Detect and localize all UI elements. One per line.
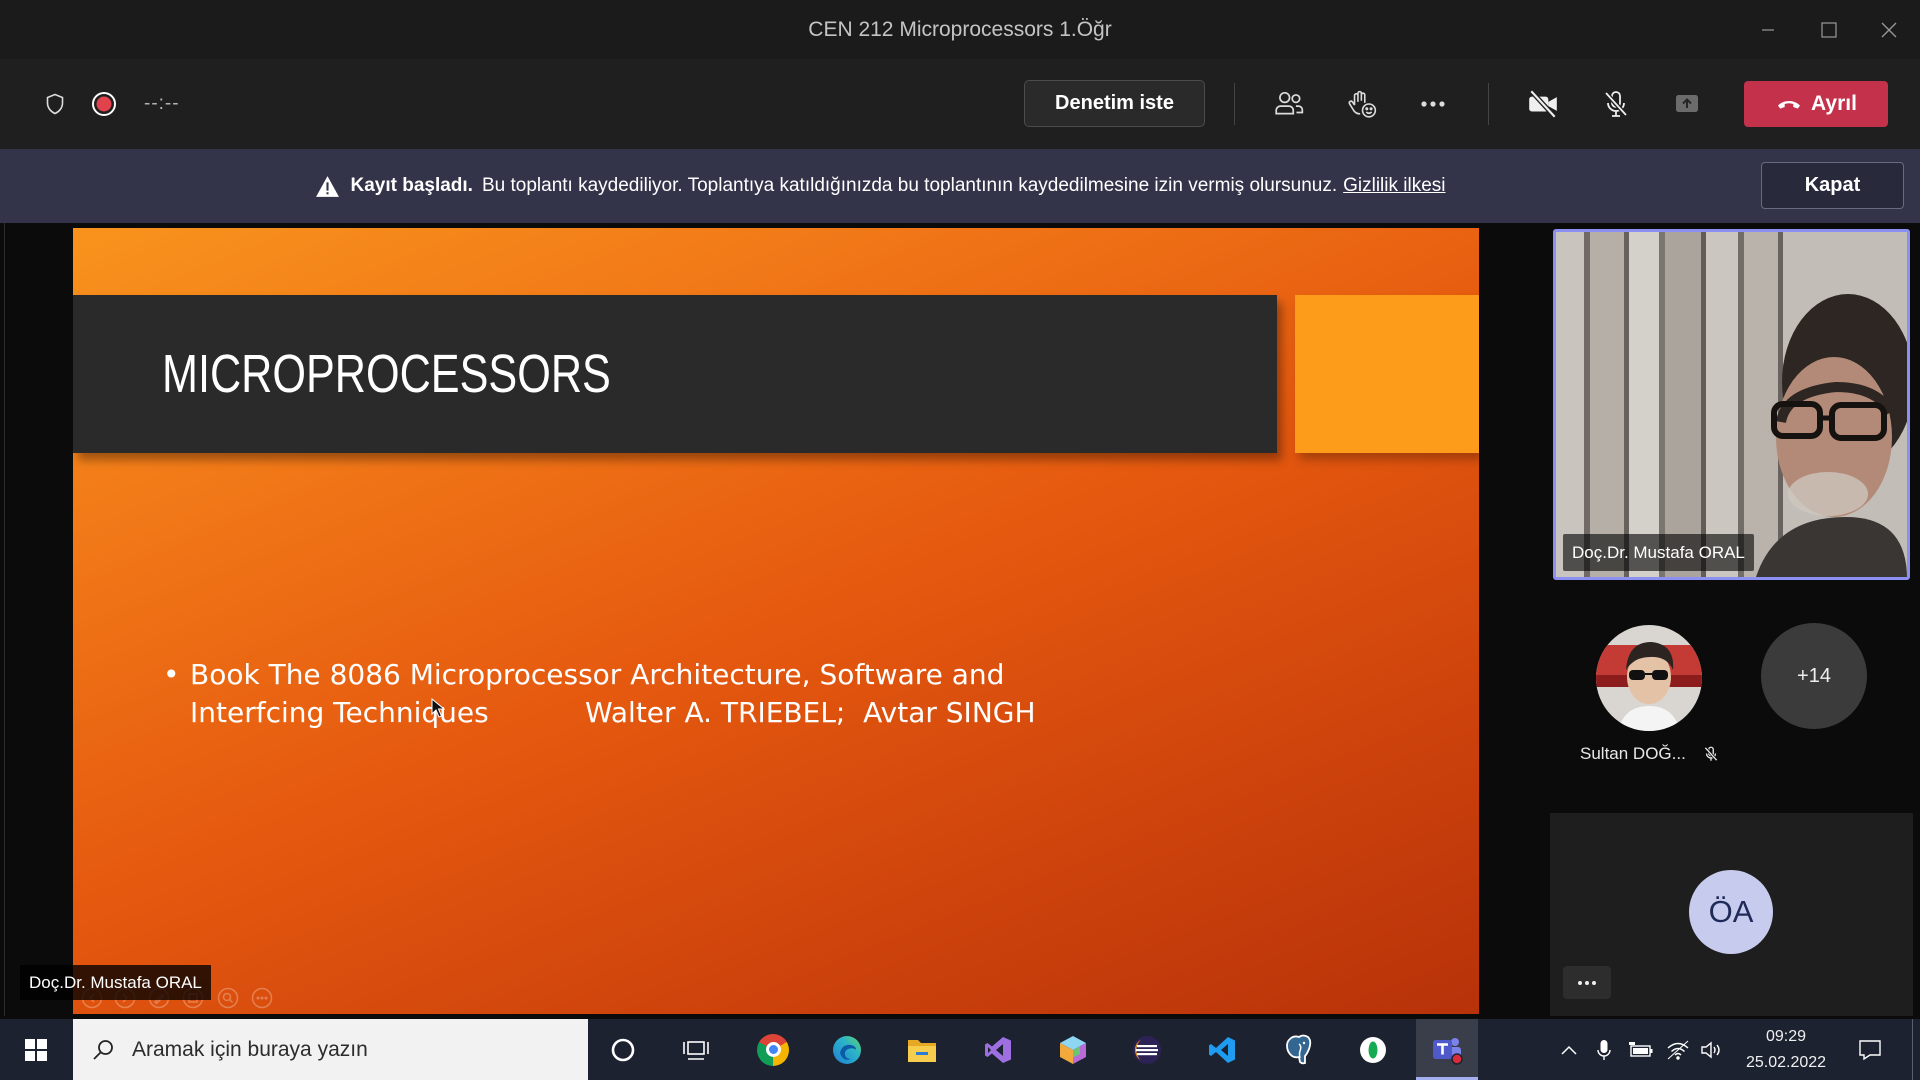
volume-icon[interactable]: [1695, 1019, 1729, 1080]
window-title: CEN 212 Microprocessors 1.Öğr: [808, 18, 1112, 41]
participants-icon[interactable]: [1267, 82, 1311, 126]
edge-icon[interactable]: [816, 1019, 878, 1080]
show-desktop-button[interactable]: [1912, 1019, 1920, 1080]
bullet-text-line2-authors: Walter A. TRIEBEL; Avtar SINGH: [585, 696, 1036, 729]
clock-date: 25.02.2022: [1745, 1053, 1827, 1071]
shield-icon[interactable]: [33, 82, 77, 126]
spotlight-video-tile[interactable]: Doç.Dr. Mustafa ORAL: [1553, 229, 1910, 580]
windows-start-icon[interactable]: [10, 1019, 62, 1080]
windows-taskbar: 09:29 25.02.2022: [0, 1019, 1920, 1080]
banner-title: Kayıt başladı.: [350, 175, 473, 196]
chevron-up-icon[interactable]: [1552, 1019, 1586, 1080]
battery-icon[interactable]: [1624, 1019, 1658, 1080]
clock-time: 09:29: [1765, 1027, 1807, 1045]
mouse-cursor: [431, 697, 446, 718]
share-icon[interactable]: [1665, 82, 1709, 126]
record-icon: [82, 82, 126, 126]
meeting-timer: --:--: [144, 93, 180, 114]
participant-video: [1556, 232, 1907, 577]
overflow-participants-button[interactable]: +14: [1761, 623, 1867, 729]
more-icon[interactable]: [1411, 82, 1455, 126]
toolbar-divider: [1488, 83, 1489, 125]
chrome-icon[interactable]: [742, 1019, 804, 1080]
close-icon[interactable]: [1866, 0, 1912, 59]
notification-icon[interactable]: [1846, 1019, 1894, 1080]
spotlight-name-label: Doç.Dr. Mustafa ORAL: [1563, 534, 1754, 571]
more-icon: [1577, 980, 1597, 986]
reactions-icon[interactable]: [1340, 82, 1384, 126]
leave-button[interactable]: Ayrıl: [1744, 81, 1888, 127]
visual-studio-icon[interactable]: [967, 1019, 1029, 1080]
warning-icon: [315, 175, 340, 198]
taskbar-search-box[interactable]: [73, 1019, 588, 1080]
participant-name: Sultan DOĞ...: [1580, 744, 1686, 763]
meeting-toolbar: --:-- Denetim iste Ayrıl: [0, 59, 1920, 149]
close-banner-button[interactable]: Kapat: [1761, 162, 1904, 209]
green-app-icon[interactable]: [1342, 1019, 1404, 1080]
cortana-icon[interactable]: [592, 1019, 654, 1080]
slide-title-bar: MICROPROCESSORS: [73, 295, 1277, 453]
request-control-button[interactable]: Denetim iste: [1024, 80, 1205, 127]
toolbar-divider: [1234, 83, 1235, 125]
postgresql-icon[interactable]: [1267, 1019, 1329, 1080]
banner-message: Bu toplantı kaydediliyor. Toplantıya kat…: [481, 175, 1338, 196]
leave-button-label: Ayrıl: [1811, 92, 1857, 115]
vscode-icon[interactable]: [1191, 1019, 1253, 1080]
stage-border: [4, 223, 5, 1016]
search-icon: [90, 1037, 116, 1063]
privacy-policy-link[interactable]: Gizlilik ilkesi: [1343, 175, 1445, 197]
maximize-icon[interactable]: [1806, 0, 1852, 59]
mic-off-icon[interactable]: [1594, 82, 1638, 126]
window-title-bar: CEN 212 Microprocessors 1.Öğr: [0, 0, 1920, 59]
initials-avatar[interactable]: ÖA: [1689, 870, 1773, 954]
bullet-dot: •: [163, 658, 180, 691]
slide-title: MICROPROCESSORS: [162, 344, 611, 404]
taskbar-clock[interactable]: 09:29 25.02.2022: [1736, 1019, 1836, 1080]
presenter-name-label: Doç.Dr. Mustafa ORAL: [20, 965, 211, 1000]
file-explorer-icon[interactable]: [891, 1019, 953, 1080]
more-icon[interactable]: [251, 987, 273, 1009]
slide-accent-block: [1295, 295, 1479, 453]
task-view-icon[interactable]: [665, 1019, 727, 1080]
teams-icon[interactable]: [1416, 1019, 1478, 1080]
eclipse-icon[interactable]: [1116, 1019, 1178, 1080]
mic-off-icon: [1700, 743, 1722, 765]
camera-off-icon[interactable]: [1521, 82, 1565, 126]
microphone-icon[interactable]: [1587, 1019, 1621, 1080]
cube-app-icon[interactable]: [1042, 1019, 1104, 1080]
avatar[interactable]: [1596, 625, 1702, 731]
phone-hangup-icon: [1775, 90, 1803, 118]
bullet-text-line1: Book The 8086 Microprocessor Architectur…: [190, 658, 1005, 691]
shared-slide: MICROPROCESSORS • Book The 8086 Micropro…: [73, 228, 1479, 1014]
recording-banner: Kayıt başladı. Bu toplantı kaydediliyor.…: [0, 149, 1920, 223]
more-options-button[interactable]: [1563, 966, 1611, 999]
wifi-icon[interactable]: [1661, 1019, 1695, 1080]
zoom-icon[interactable]: [217, 987, 239, 1009]
search-input[interactable]: [132, 1019, 572, 1080]
minimize-icon[interactable]: [1745, 0, 1791, 59]
